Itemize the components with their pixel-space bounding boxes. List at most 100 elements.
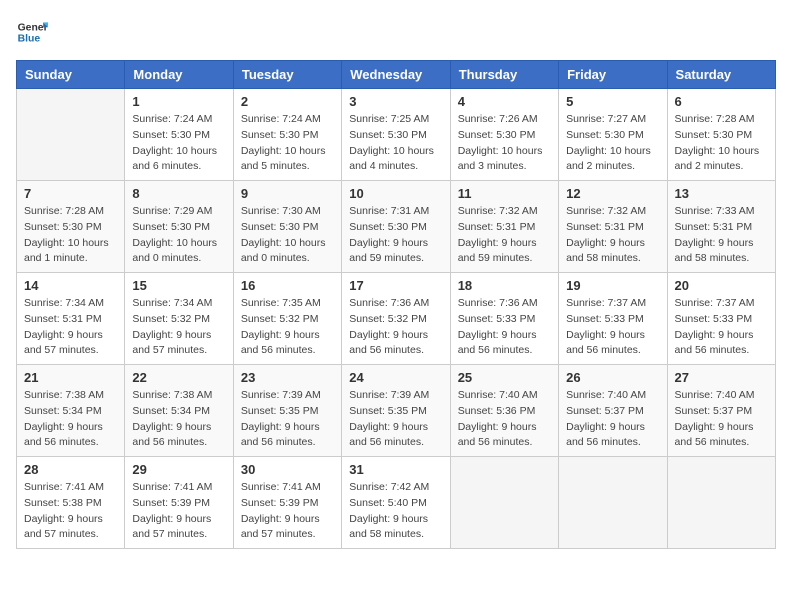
day-number: 28 [24,462,117,477]
logo: General Blue [16,16,48,48]
day-info: Sunrise: 7:31 AM Sunset: 5:30 PM Dayligh… [349,204,442,267]
day-info: Sunrise: 7:27 AM Sunset: 5:30 PM Dayligh… [566,112,659,175]
column-header-tuesday: Tuesday [233,61,341,89]
page-header: General Blue [16,16,776,48]
column-header-friday: Friday [559,61,667,89]
calendar-cell: 4 Sunrise: 7:26 AM Sunset: 5:30 PM Daylig… [450,89,558,181]
calendar-cell: 8Sunrise: 7:29 AM Sunset: 5:30 PM Daylig… [125,181,233,273]
day-info: Sunrise: 7:40 AM Sunset: 5:36 PM Dayligh… [458,388,551,451]
day-info: Sunrise: 7:39 AM Sunset: 5:35 PM Dayligh… [349,388,442,451]
day-number: 11 [458,186,551,201]
day-info: Sunrise: 7:41 AM Sunset: 5:39 PM Dayligh… [241,480,334,543]
calendar-cell [667,457,775,549]
calendar-cell: 28Sunrise: 7:41 AM Sunset: 5:38 PM Dayli… [17,457,125,549]
calendar: SundayMondayTuesdayWednesdayThursdayFrid… [16,60,776,549]
calendar-cell: 14 Sunrise: 7:34 AM Sunset: 5:31 PM Dayli… [17,273,125,365]
svg-text:Blue: Blue [18,34,41,45]
day-number: 13 [675,186,768,201]
calendar-week-4: 21 Sunrise: 7:38 AM Sunset: 5:34 PM Dayli… [17,365,776,457]
day-info: Sunrise: 7:38 AM Sunset: 5:34 PM Dayligh… [132,388,225,451]
day-number: 2 [241,94,334,109]
day-info: Sunrise: 7:39 AM Sunset: 5:35 PM Dayligh… [241,388,334,451]
calendar-week-5: 28Sunrise: 7:41 AM Sunset: 5:38 PM Dayli… [17,457,776,549]
column-header-sunday: Sunday [17,61,125,89]
day-number: 1 [132,94,225,109]
calendar-cell: 22 Sunrise: 7:38 AM Sunset: 5:34 PM Dayli… [125,365,233,457]
calendar-week-2: 7Sunrise: 7:28 AM Sunset: 5:30 PM Daylig… [17,181,776,273]
day-info: Sunrise: 7:36 AM Sunset: 5:32 PM Dayligh… [349,296,442,359]
calendar-cell: 23 Sunrise: 7:39 AM Sunset: 5:35 PM Dayli… [233,365,341,457]
day-info: Sunrise: 7:37 AM Sunset: 5:33 PM Dayligh… [675,296,768,359]
day-number: 6 [675,94,768,109]
day-number: 5 [566,94,659,109]
day-info: Sunrise: 7:37 AM Sunset: 5:33 PM Dayligh… [566,296,659,359]
day-number: 21 [24,370,117,385]
day-number: 9 [241,186,334,201]
day-info: Sunrise: 7:40 AM Sunset: 5:37 PM Dayligh… [675,388,768,451]
day-number: 10 [349,186,442,201]
column-header-wednesday: Wednesday [342,61,450,89]
column-header-saturday: Saturday [667,61,775,89]
calendar-cell: 2Sunrise: 7:24 AM Sunset: 5:30 PM Daylig… [233,89,341,181]
day-info: Sunrise: 7:34 AM Sunset: 5:31 PM Dayligh… [24,296,117,359]
calendar-cell: 7Sunrise: 7:28 AM Sunset: 5:30 PM Daylig… [17,181,125,273]
column-header-monday: Monday [125,61,233,89]
calendar-cell: 6 Sunrise: 7:28 AM Sunset: 5:30 PM Daylig… [667,89,775,181]
day-info: Sunrise: 7:30 AM Sunset: 5:30 PM Dayligh… [241,204,334,267]
day-info: Sunrise: 7:32 AM Sunset: 5:31 PM Dayligh… [566,204,659,267]
calendar-cell: 21 Sunrise: 7:38 AM Sunset: 5:34 PM Dayli… [17,365,125,457]
calendar-cell: 13 Sunrise: 7:33 AM Sunset: 5:31 PM Dayli… [667,181,775,273]
calendar-cell [450,457,558,549]
day-number: 3 [349,94,442,109]
calendar-cell: 10 Sunrise: 7:31 AM Sunset: 5:30 PM Dayli… [342,181,450,273]
day-number: 8 [132,186,225,201]
day-number: 15 [132,278,225,293]
day-info: Sunrise: 7:41 AM Sunset: 5:39 PM Dayligh… [132,480,225,543]
day-number: 19 [566,278,659,293]
day-info: Sunrise: 7:28 AM Sunset: 5:30 PM Dayligh… [675,112,768,175]
day-info: Sunrise: 7:33 AM Sunset: 5:31 PM Dayligh… [675,204,768,267]
day-info: Sunrise: 7:38 AM Sunset: 5:34 PM Dayligh… [24,388,117,451]
calendar-week-1: 1 Sunrise: 7:24 AM Sunset: 5:30 PM Daylig… [17,89,776,181]
calendar-cell: 31Sunrise: 7:42 AM Sunset: 5:40 PM Dayli… [342,457,450,549]
day-number: 29 [132,462,225,477]
day-number: 25 [458,370,551,385]
day-number: 17 [349,278,442,293]
calendar-cell: 20 Sunrise: 7:37 AM Sunset: 5:33 PM Dayli… [667,273,775,365]
day-info: Sunrise: 7:25 AM Sunset: 5:30 PM Dayligh… [349,112,442,175]
day-number: 26 [566,370,659,385]
day-info: Sunrise: 7:28 AM Sunset: 5:30 PM Dayligh… [24,204,117,267]
day-number: 22 [132,370,225,385]
day-info: Sunrise: 7:26 AM Sunset: 5:30 PM Dayligh… [458,112,551,175]
day-number: 14 [24,278,117,293]
logo-icon: General Blue [16,16,48,48]
day-number: 4 [458,94,551,109]
day-number: 18 [458,278,551,293]
column-header-thursday: Thursday [450,61,558,89]
day-number: 23 [241,370,334,385]
calendar-cell: 30 Sunrise: 7:41 AM Sunset: 5:39 PM Dayli… [233,457,341,549]
day-info: Sunrise: 7:40 AM Sunset: 5:37 PM Dayligh… [566,388,659,451]
calendar-cell: 5 Sunrise: 7:27 AM Sunset: 5:30 PM Daylig… [559,89,667,181]
day-number: 20 [675,278,768,293]
calendar-cell: 17 Sunrise: 7:36 AM Sunset: 5:32 PM Dayli… [342,273,450,365]
calendar-cell: 25 Sunrise: 7:40 AM Sunset: 5:36 PM Dayli… [450,365,558,457]
day-number: 12 [566,186,659,201]
calendar-cell: 3 Sunrise: 7:25 AM Sunset: 5:30 PM Daylig… [342,89,450,181]
day-number: 30 [241,462,334,477]
calendar-cell: 15Sunrise: 7:34 AM Sunset: 5:32 PM Dayli… [125,273,233,365]
day-info: Sunrise: 7:35 AM Sunset: 5:32 PM Dayligh… [241,296,334,359]
day-number: 24 [349,370,442,385]
calendar-cell: 12 Sunrise: 7:32 AM Sunset: 5:31 PM Dayli… [559,181,667,273]
calendar-header-row: SundayMondayTuesdayWednesdayThursdayFrid… [17,61,776,89]
calendar-cell: 26 Sunrise: 7:40 AM Sunset: 5:37 PM Dayli… [559,365,667,457]
calendar-cell: 16Sunrise: 7:35 AM Sunset: 5:32 PM Dayli… [233,273,341,365]
day-info: Sunrise: 7:24 AM Sunset: 5:30 PM Dayligh… [132,112,225,175]
calendar-cell: 19 Sunrise: 7:37 AM Sunset: 5:33 PM Dayli… [559,273,667,365]
calendar-week-3: 14 Sunrise: 7:34 AM Sunset: 5:31 PM Dayli… [17,273,776,365]
calendar-cell: 11Sunrise: 7:32 AM Sunset: 5:31 PM Dayli… [450,181,558,273]
calendar-cell: 27Sunrise: 7:40 AM Sunset: 5:37 PM Dayli… [667,365,775,457]
day-info: Sunrise: 7:42 AM Sunset: 5:40 PM Dayligh… [349,480,442,543]
calendar-cell [559,457,667,549]
calendar-cell: 9 Sunrise: 7:30 AM Sunset: 5:30 PM Daylig… [233,181,341,273]
